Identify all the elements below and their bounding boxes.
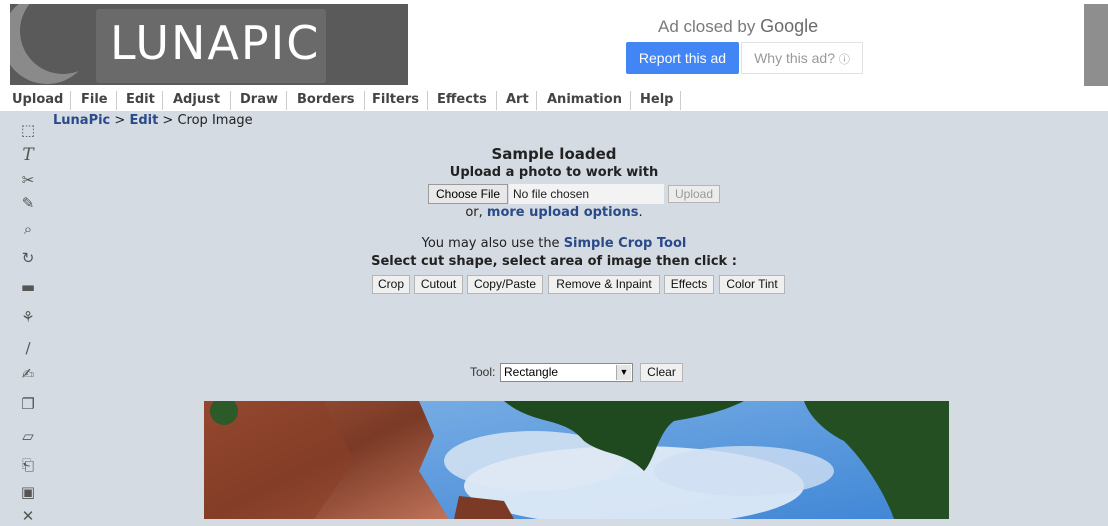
paint-bucket-icon[interactable]: ⚘ (18, 307, 38, 327)
close-icon[interactable]: ✕ (18, 506, 38, 526)
layers-icon[interactable]: ❐ (18, 394, 38, 414)
menu-file[interactable]: File (81, 92, 108, 107)
breadcrumb-separator: > (110, 113, 130, 128)
save-icon[interactable]: ▣ (18, 482, 38, 502)
menu-draw[interactable]: Draw (240, 92, 278, 107)
clear-button[interactable]: Clear (640, 363, 683, 382)
more-upload-line: or, more upload options. (0, 205, 1108, 220)
menu-bar: Upload File Edit Adjust Draw Borders Fil… (0, 89, 1108, 111)
menu-animation[interactable]: Animation (547, 92, 622, 107)
landscape-photo (204, 401, 949, 519)
breadcrumb-current: Crop Image (177, 113, 253, 128)
also-prefix: You may also use the (421, 236, 564, 251)
menu-separator (116, 91, 117, 110)
menu-edit[interactable]: Edit (126, 92, 155, 107)
ad-area: Ad closed by Google Report this ad Why t… (408, 4, 1084, 86)
breadcrumb-edit-link[interactable]: Edit (129, 113, 158, 128)
breadcrumb-lunapic-link[interactable]: LunaPic (53, 113, 110, 128)
menu-upload[interactable]: Upload (12, 92, 63, 107)
effects-button[interactable]: Effects (664, 275, 714, 294)
or-suffix: . (638, 205, 643, 220)
menu-effects[interactable]: Effects (437, 92, 487, 107)
upload-prompt: Upload a photo to work with (449, 165, 659, 180)
upload-button[interactable]: Upload (668, 185, 720, 203)
eyedropper-icon[interactable]: ∕ (18, 338, 38, 358)
breadcrumb-separator: > (158, 113, 178, 128)
tool-label: Tool: (470, 365, 496, 379)
menu-borders[interactable]: Borders (297, 92, 355, 107)
info-icon: ⓘ (838, 54, 850, 66)
choose-file-button[interactable]: Choose File (428, 184, 508, 204)
menu-separator (536, 91, 537, 110)
menu-separator (496, 91, 497, 110)
cutout-button[interactable]: Cutout (414, 275, 463, 294)
tool-selected-value: Rectangle (504, 365, 559, 379)
crop-button[interactable]: Crop (372, 275, 410, 294)
why-this-ad-button[interactable]: Why this ad? ⓘ (741, 42, 863, 74)
editing-canvas-image[interactable] (204, 401, 949, 519)
remove-inpaint-button[interactable]: Remove & Inpaint (548, 275, 660, 294)
eraser-icon[interactable]: ▱ (18, 426, 38, 446)
menu-separator (230, 91, 231, 110)
report-ad-button[interactable]: Report this ad (626, 42, 739, 74)
lunapic-logo[interactable]: LUNAPIC (10, 4, 408, 85)
rectangle-icon[interactable]: ▬ (18, 277, 38, 297)
or-prefix: or, (465, 205, 487, 220)
select-instruction: Select cut shape, select area of image t… (371, 254, 737, 269)
google-brand: Google (760, 16, 819, 36)
ad-closed-text: Ad closed by Google (658, 16, 818, 37)
menu-separator (70, 91, 71, 110)
menu-separator (680, 91, 681, 110)
select-icon[interactable]: ⬚ (18, 120, 38, 140)
dropdown-arrow-icon: ▼ (616, 365, 631, 380)
color-tint-button[interactable]: Color Tint (719, 275, 785, 294)
menu-art[interactable]: Art (506, 92, 529, 107)
simple-crop-tool-link[interactable]: Simple Crop Tool (564, 236, 687, 251)
simple-crop-line: You may also use the Simple Crop Tool (0, 236, 1108, 251)
more-upload-options-link[interactable]: more upload options (487, 205, 639, 220)
menu-filters[interactable]: Filters (372, 92, 419, 107)
menu-separator (162, 91, 163, 110)
menu-help[interactable]: Help (640, 92, 673, 107)
header: LUNAPIC Ad closed by Google Report this … (0, 0, 1108, 89)
open-folder-icon[interactable]: ⎗ (18, 455, 38, 475)
menu-separator (427, 91, 428, 110)
why-ad-label: Why this ad? (754, 50, 836, 66)
file-status-text: No file chosen (509, 184, 664, 204)
logo-text: LUNAPIC (110, 16, 321, 70)
menu-separator (630, 91, 631, 110)
menu-separator (286, 91, 287, 110)
menu-adjust[interactable]: Adjust (173, 92, 220, 107)
menu-separator (364, 91, 365, 110)
sample-loaded-heading: Sample loaded (491, 145, 617, 163)
ad-side-strip (1084, 4, 1108, 86)
copy-paste-button[interactable]: Copy/Paste (467, 275, 543, 294)
ad-closed-label: Ad closed by (658, 17, 756, 36)
tool-shape-select[interactable]: Rectangle ▼ (500, 363, 633, 382)
brush-icon[interactable]: ✍ (18, 364, 38, 384)
breadcrumb: LunaPic > Edit > Crop Image (53, 113, 253, 128)
